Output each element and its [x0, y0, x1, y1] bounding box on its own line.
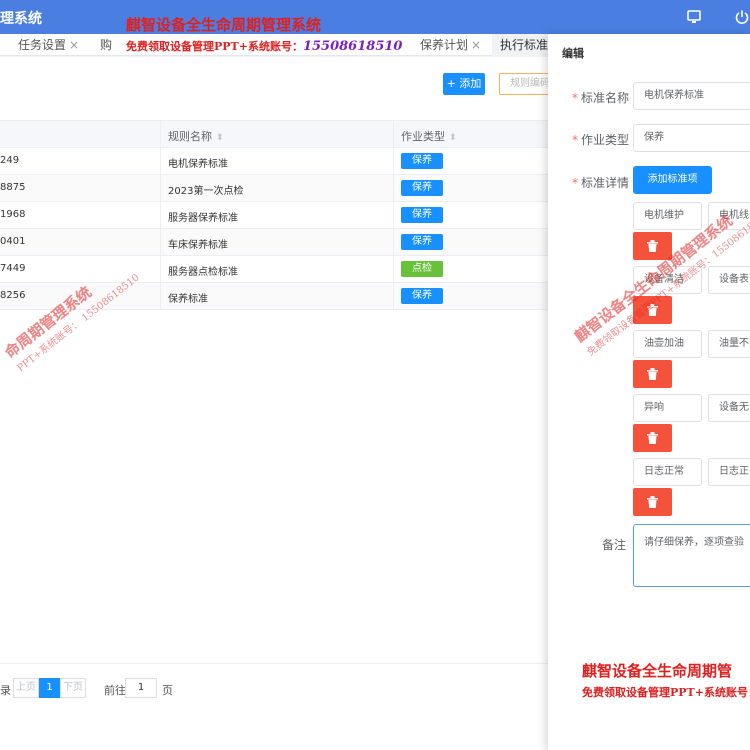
- column-header-work-type[interactable]: 作业类型 ⬍: [401, 128, 457, 144]
- sort-icon[interactable]: ⬍: [449, 133, 457, 143]
- close-icon[interactable]: ×: [69, 38, 79, 52]
- standard-criteria-input[interactable]: 设备无: [708, 394, 750, 422]
- rule-code-cell: 7449: [0, 263, 26, 274]
- work-type-tag: 保养: [401, 288, 443, 304]
- standard-criteria-input[interactable]: 设备表: [708, 266, 750, 294]
- prev-page-button[interactable]: 上页: [13, 678, 39, 698]
- tab-execution-standard[interactable]: 执行标准: [492, 34, 557, 56]
- standard-item-input[interactable]: 油壶加油: [633, 330, 702, 358]
- pagination: 录 上页 1 下页 前往 1 页: [0, 675, 548, 705]
- goto-label: 前往: [104, 684, 126, 697]
- rule-name-cell: 保养标准: [168, 294, 208, 305]
- power-icon[interactable]: [734, 9, 750, 25]
- standard-name-label: * 标准名称: [572, 91, 630, 105]
- standards-table: 规则名称 ⬍ 作业类型 ⬍ 249 电机保养标准 保养 8875 2023第一次点检 保养 19…: [0, 120, 548, 310]
- remark-textarea[interactable]: 请仔细保养，逐项查验: [633, 524, 750, 587]
- table-row[interactable]: 7449 服务器点检标准 点检: [0, 256, 548, 283]
- trash-icon: [647, 368, 658, 380]
- goto-suffix: 页: [162, 684, 173, 697]
- table-header: 规则名称 ⬍ 作业类型 ⬍: [0, 120, 548, 148]
- remark-label: 备注: [602, 538, 627, 552]
- sort-icon[interactable]: ⬍: [216, 133, 224, 143]
- divider: [0, 663, 548, 664]
- work-type-tag: 保养: [401, 180, 443, 196]
- column-divider: [393, 120, 394, 310]
- work-type-tag: 点检: [401, 261, 443, 277]
- table-body: 249 电机保养标准 保养 8875 2023第一次点检 保养 1968 服务器保养标准 保养 0…: [0, 148, 548, 310]
- rule-code-cell: 1968: [0, 209, 26, 220]
- trash-icon: [647, 240, 658, 252]
- add-standard-item-button[interactable]: 添加标准项: [633, 166, 712, 194]
- column-divider: [160, 120, 161, 310]
- table-row[interactable]: 8256 保养标准 保养: [0, 283, 548, 310]
- standard-criteria-input[interactable]: 电机线: [708, 202, 750, 230]
- top-header: 理系统: [0, 0, 750, 34]
- delete-item-button[interactable]: [633, 424, 672, 452]
- rule-code-cell: 249: [0, 155, 20, 166]
- close-icon[interactable]: ×: [471, 38, 481, 52]
- main-content: + 添加 规则编码 规则名称 ⬍ 作业类型 ⬍ 249 电机保养标准 保养 8875 202…: [0, 57, 559, 750]
- standard-criteria-input[interactable]: 油量不: [708, 330, 750, 358]
- drawer-title: 编辑: [562, 47, 584, 60]
- monitor-icon[interactable]: [686, 9, 702, 25]
- standard-item-input[interactable]: 日志正常: [633, 458, 702, 486]
- trash-icon: [647, 304, 658, 316]
- tab-label: 任务设置: [18, 38, 67, 52]
- app-title: 理系统: [0, 11, 42, 27]
- tab-maintenance-plan[interactable]: 保养计划 ×: [420, 34, 481, 56]
- standard-item-input[interactable]: 设备清洁: [633, 266, 702, 294]
- rule-name-cell: 服务器点检标准: [168, 267, 238, 278]
- tab-task-settings[interactable]: 任务设置 ×: [18, 34, 79, 56]
- standard-name-input[interactable]: 电机保养标准: [633, 82, 750, 110]
- delete-item-button[interactable]: [633, 232, 672, 260]
- work-type-label: * 作业类型: [572, 133, 630, 147]
- rule-name-cell: 服务器保养标准: [168, 213, 238, 224]
- rule-code-cell: 8875: [0, 182, 26, 193]
- rule-code-cell: 8256: [0, 290, 26, 301]
- rule-name-cell: 车床保养标准: [168, 240, 228, 251]
- rule-code-cell: 0401: [0, 236, 26, 247]
- pager-records-text: 录: [0, 684, 11, 697]
- standard-detail-label: * 标准详情: [572, 176, 630, 190]
- table-row[interactable]: 8875 2023第一次点检 保养: [0, 175, 548, 202]
- tab-label: 执行标准: [500, 38, 549, 52]
- delete-item-button[interactable]: [633, 488, 672, 516]
- rule-name-cell: 2023第一次点检: [168, 186, 244, 197]
- tab-label: 保养计划: [420, 38, 469, 52]
- work-type-tag: 保养: [401, 153, 443, 169]
- standard-criteria-input[interactable]: 日志正: [708, 458, 750, 486]
- add-button[interactable]: + 添加: [443, 73, 485, 95]
- tab-purchase[interactable]: 购: [100, 34, 112, 56]
- delete-item-button[interactable]: [633, 360, 672, 388]
- delete-item-button[interactable]: [633, 296, 672, 324]
- edit-drawer: 编辑 * 标准名称 电机保养标准 * 作业类型 保养 * 标准详情 添加标准项 电机维…: [548, 34, 750, 750]
- tab-label: 购: [100, 38, 113, 52]
- table-row[interactable]: 249 电机保养标准 保养: [0, 148, 548, 175]
- table-row[interactable]: 1968 服务器保养标准 保养: [0, 202, 548, 229]
- tab-bar: 任务设置 × 购 保养计划 × 执行标准: [0, 34, 557, 56]
- goto-page-input[interactable]: 1: [125, 678, 157, 698]
- column-header-rule-name[interactable]: 规则名称 ⬍: [168, 128, 224, 144]
- trash-icon: [647, 496, 658, 508]
- trash-icon: [647, 432, 658, 444]
- next-page-button[interactable]: 下页: [60, 678, 86, 698]
- rule-name-cell: 电机保养标准: [168, 159, 228, 170]
- work-type-select[interactable]: 保养: [633, 124, 750, 152]
- work-type-tag: 保养: [401, 234, 443, 250]
- work-type-tag: 保养: [401, 207, 443, 223]
- standard-item-input[interactable]: 异响: [633, 394, 702, 422]
- standard-item-input[interactable]: 电机维护: [633, 202, 702, 230]
- table-row[interactable]: 0401 车床保养标准 保养: [0, 229, 548, 256]
- page-number-current[interactable]: 1: [39, 678, 60, 698]
